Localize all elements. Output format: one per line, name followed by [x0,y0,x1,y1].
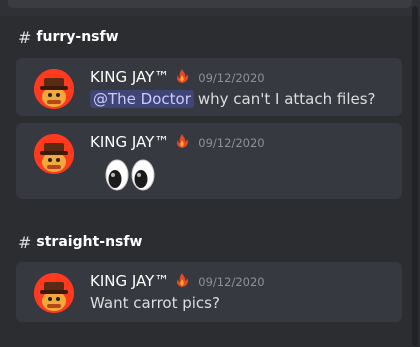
channel-header[interactable]: # straight-nsfw [0,232,410,252]
timestamp: 09/12/2020 [198,275,265,289]
flame-icon [177,134,189,148]
avatar[interactable] [34,134,74,174]
flame-icon [177,273,189,287]
message-content: @The Doctor why can't I attach files? [90,90,376,108]
username[interactable]: KING JAY™ [90,68,169,86]
channel-hash-icon: # [18,232,32,252]
avatar[interactable] [34,273,74,313]
message-text: Want carrot pics? [90,294,220,312]
message-card[interactable]: KING JAY™ 09/12/2020 Want carrot pics? [16,262,402,322]
channel-name: furry-nsfw [36,29,119,45]
top-bar-pill [8,0,412,8]
avatar-image-icon [34,69,74,109]
message-card[interactable]: KING JAY™ 09/12/2020 @The Doctor why can'… [16,58,402,116]
username[interactable]: KING JAY™ [90,272,169,290]
eyes-emoji-icon [105,159,155,191]
flame-icon [177,69,189,83]
channel-hash-icon: # [18,27,32,47]
channel-section-straight-nsfw: # straight-nsfw [0,232,410,252]
avatar-image-icon [34,134,74,174]
message-text: why can't I attach files? [197,90,376,108]
timestamp: 09/12/2020 [198,71,265,85]
user-mention[interactable]: @The Doctor [90,90,194,108]
top-bar [0,0,420,16]
username[interactable]: KING JAY™ [90,133,169,151]
timestamp: 09/12/2020 [198,136,265,150]
channel-section-furry-nsfw: # furry-nsfw [0,27,410,47]
channel-name: straight-nsfw [36,234,143,250]
avatar-image-icon [34,273,74,313]
scrollbar[interactable] [412,6,418,346]
channel-header[interactable]: # furry-nsfw [0,27,410,47]
message-card[interactable]: KING JAY™ 09/12/2020 [16,123,402,199]
avatar[interactable] [34,69,74,109]
